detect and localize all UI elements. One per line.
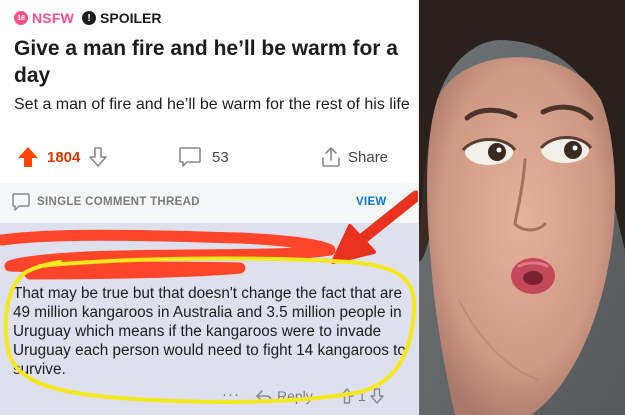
spoiler-badge-icon: ! (82, 11, 97, 25)
comment-count: 53 (212, 148, 229, 166)
downvote-arrow-icon[interactable] (88, 146, 108, 168)
single-comment-thread-bar: SINGLE COMMENT THREAD VIEW (0, 183, 418, 223)
reply-button[interactable]: Reply (256, 388, 313, 404)
reply-arrow-icon (256, 390, 272, 402)
reply-label: Reply (277, 388, 313, 404)
post-title[interactable]: Give a man fire and he’ll be warm for a … (14, 35, 409, 89)
share-icon (322, 147, 340, 167)
share-label: Share (348, 148, 389, 166)
comments-button[interactable]: 53 (178, 146, 229, 168)
comment-bubble-icon (12, 193, 30, 211)
comment-action-bar: ··· Reply 1 (0, 386, 418, 408)
comment-bubble-icon (179, 147, 201, 167)
post-body: Set a man of fire and he’ll be warm for … (14, 96, 410, 113)
comment-vote-control: 1 (340, 388, 384, 404)
single-comment-thread-label: SINGLE COMMENT THREAD (37, 196, 200, 208)
post-action-bar: 1804 53 Share (0, 142, 418, 172)
upvote-arrow-icon[interactable] (340, 388, 354, 404)
downvote-arrow-icon[interactable] (370, 388, 384, 404)
more-options-button[interactable]: ··· (222, 386, 240, 403)
spoiler-tag[interactable]: SPOILER (100, 10, 161, 26)
reaction-photo (419, 0, 625, 415)
nsfw-badge-icon: 18 (14, 11, 28, 25)
share-button[interactable]: Share (320, 146, 388, 168)
comment-body: That may be true but that doesn't change… (13, 285, 406, 378)
comment-vote-count: 1 (358, 388, 366, 404)
post-vote-control: 1804 (17, 146, 108, 168)
post-tags: 18 NSFW ! SPOILER (14, 9, 161, 27)
comment: That may be true but that doesn't change… (0, 223, 418, 415)
upvote-arrow-icon[interactable] (17, 146, 39, 168)
reddit-post-screenshot: 18 NSFW ! SPOILER Give a man fire and he… (0, 0, 418, 415)
view-all-link[interactable]: VIEW (356, 196, 387, 208)
nsfw-tag[interactable]: NSFW (32, 10, 74, 26)
reaction-face-image (419, 0, 625, 415)
post-score: 1804 (47, 148, 81, 166)
